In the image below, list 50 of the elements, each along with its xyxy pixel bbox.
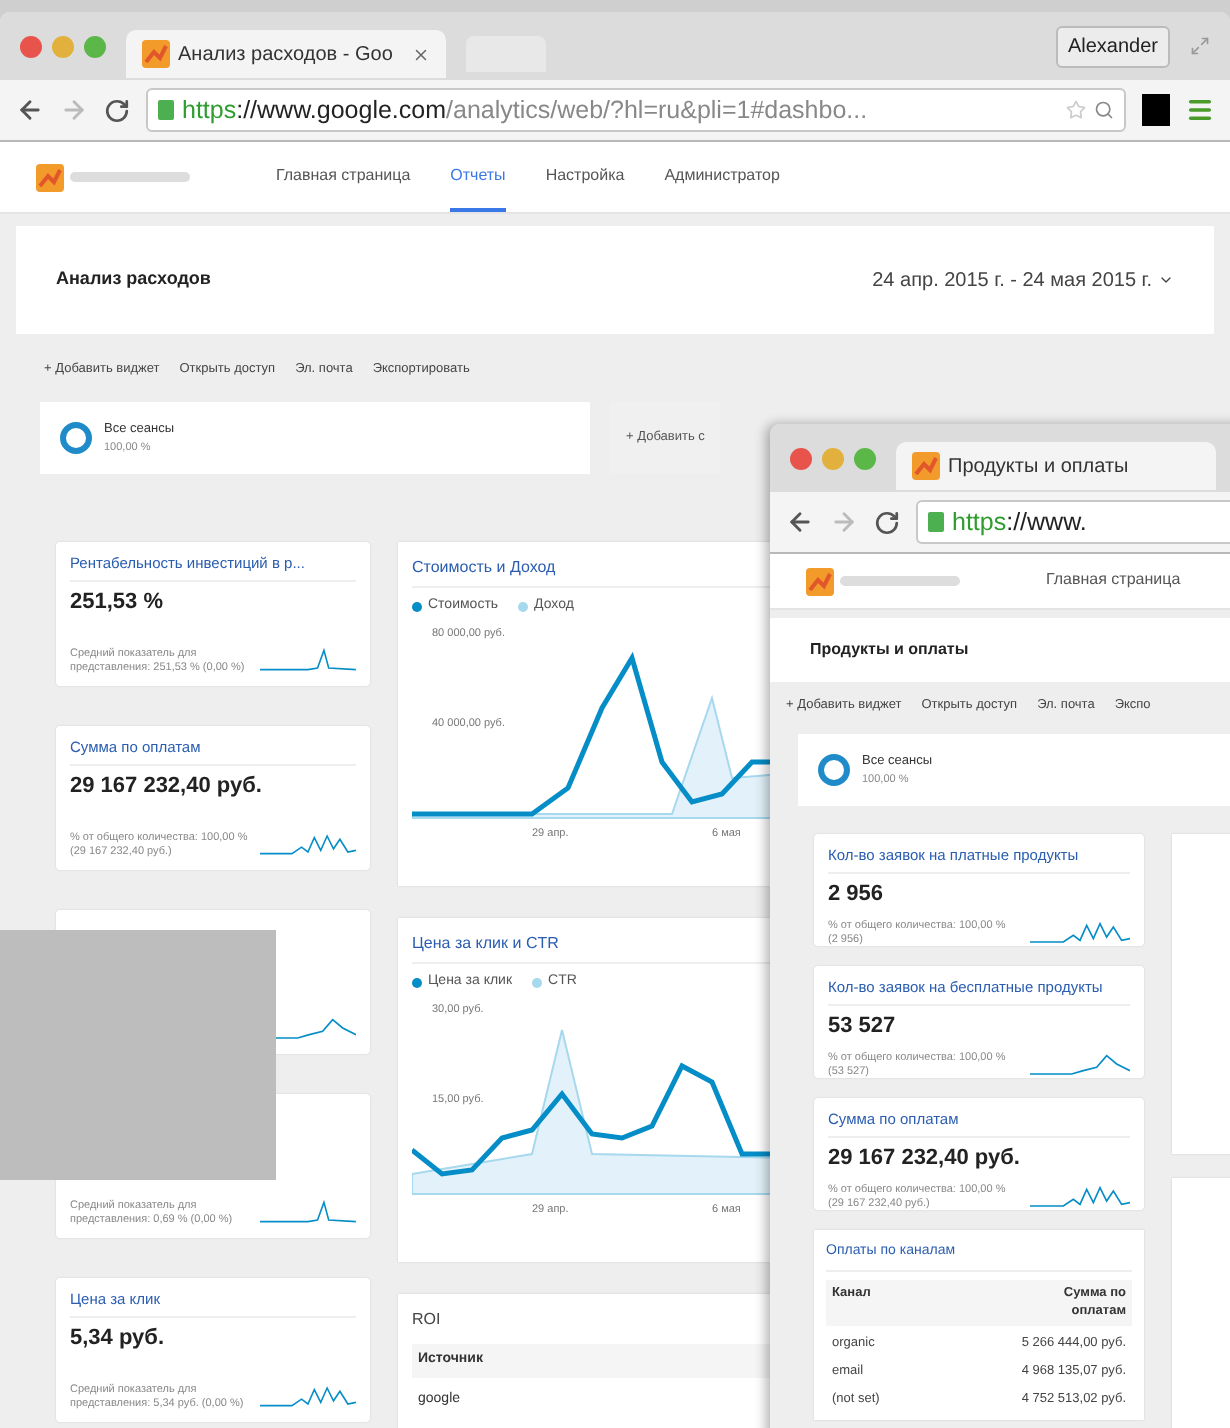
segment-ring-icon	[60, 422, 92, 454]
metric-value: 29 167 232,40 руб.	[70, 772, 264, 803]
minimize-window-icon[interactable]	[822, 447, 844, 469]
browser-tab[interactable]: Анализ расходов - Goo	[126, 30, 446, 78]
browser-tab[interactable]: Продукты и оплаты	[896, 442, 1216, 490]
metric-value: 5,34 руб.	[70, 1324, 167, 1355]
analytics-logo-icon	[36, 163, 64, 191]
star-icon[interactable]	[1066, 100, 1086, 120]
forward-icon[interactable]	[60, 96, 88, 124]
close-window-icon[interactable]	[790, 447, 812, 469]
back-icon[interactable]	[16, 96, 44, 124]
profile-button[interactable]: Alexander	[1055, 25, 1170, 67]
close-tab-icon[interactable]	[412, 45, 430, 63]
metric-value: 53 527	[828, 1012, 898, 1043]
segment-ring-icon	[818, 754, 850, 786]
address-bar[interactable]: https://www.	[916, 500, 1230, 544]
address-bar[interactable]: https://www.google.com/analytics/web/?hl=ru&pli=1#dashbo...	[146, 88, 1126, 132]
dashboard-title: Анализ расходов	[56, 266, 211, 293]
maximize-window-icon[interactable]	[854, 447, 876, 469]
dashboard-title: Продукты и оплаты	[810, 638, 969, 662]
reload-icon[interactable]	[104, 97, 130, 123]
search-icon[interactable]	[1094, 100, 1114, 120]
close-window-icon[interactable]	[20, 35, 42, 57]
back-icon[interactable]	[786, 508, 814, 536]
nav-tab[interactable]: Настройка	[545, 143, 625, 211]
nav-tab[interactable]: Администратор	[664, 143, 780, 211]
product-logo-bar	[70, 172, 190, 182]
metric-value: 2 956	[828, 880, 886, 911]
nav-tab[interactable]: Главная страница	[276, 143, 411, 211]
maximize-window-icon[interactable]	[84, 35, 106, 57]
tab-title: Анализ расходов - Goo	[178, 41, 393, 69]
nav-tab[interactable]: Отчеты	[450, 143, 506, 211]
analytics-logo-icon	[912, 452, 940, 480]
metric-value: 251,53 %	[70, 588, 165, 619]
date-range-picker[interactable]: 24 апр. 2015 г. - 24 мая 2015 г.	[872, 265, 1174, 295]
url-text: https://www.	[952, 505, 1087, 540]
url-text: https://www.google.com/analytics/web/?hl=ru&pli=1#dashbo...	[182, 93, 868, 128]
reload-icon[interactable]	[874, 509, 900, 535]
minimize-window-icon[interactable]	[52, 35, 74, 57]
nav-tab[interactable]: Главная страница	[1046, 547, 1181, 615]
fullscreen-icon[interactable]	[1190, 36, 1210, 56]
metric-value: 29 167 232,40 руб.	[828, 1144, 1022, 1175]
tab-title: Продукты и оплаты	[948, 453, 1129, 481]
forward-icon[interactable]	[830, 508, 858, 536]
analytics-logo-icon	[142, 40, 170, 68]
product-logo-bar	[840, 576, 960, 586]
caret-icon	[1158, 272, 1174, 288]
analytics-logo-icon	[806, 567, 834, 595]
table-title: ROI	[412, 1308, 443, 1332]
menu-icon[interactable]	[1186, 96, 1214, 124]
